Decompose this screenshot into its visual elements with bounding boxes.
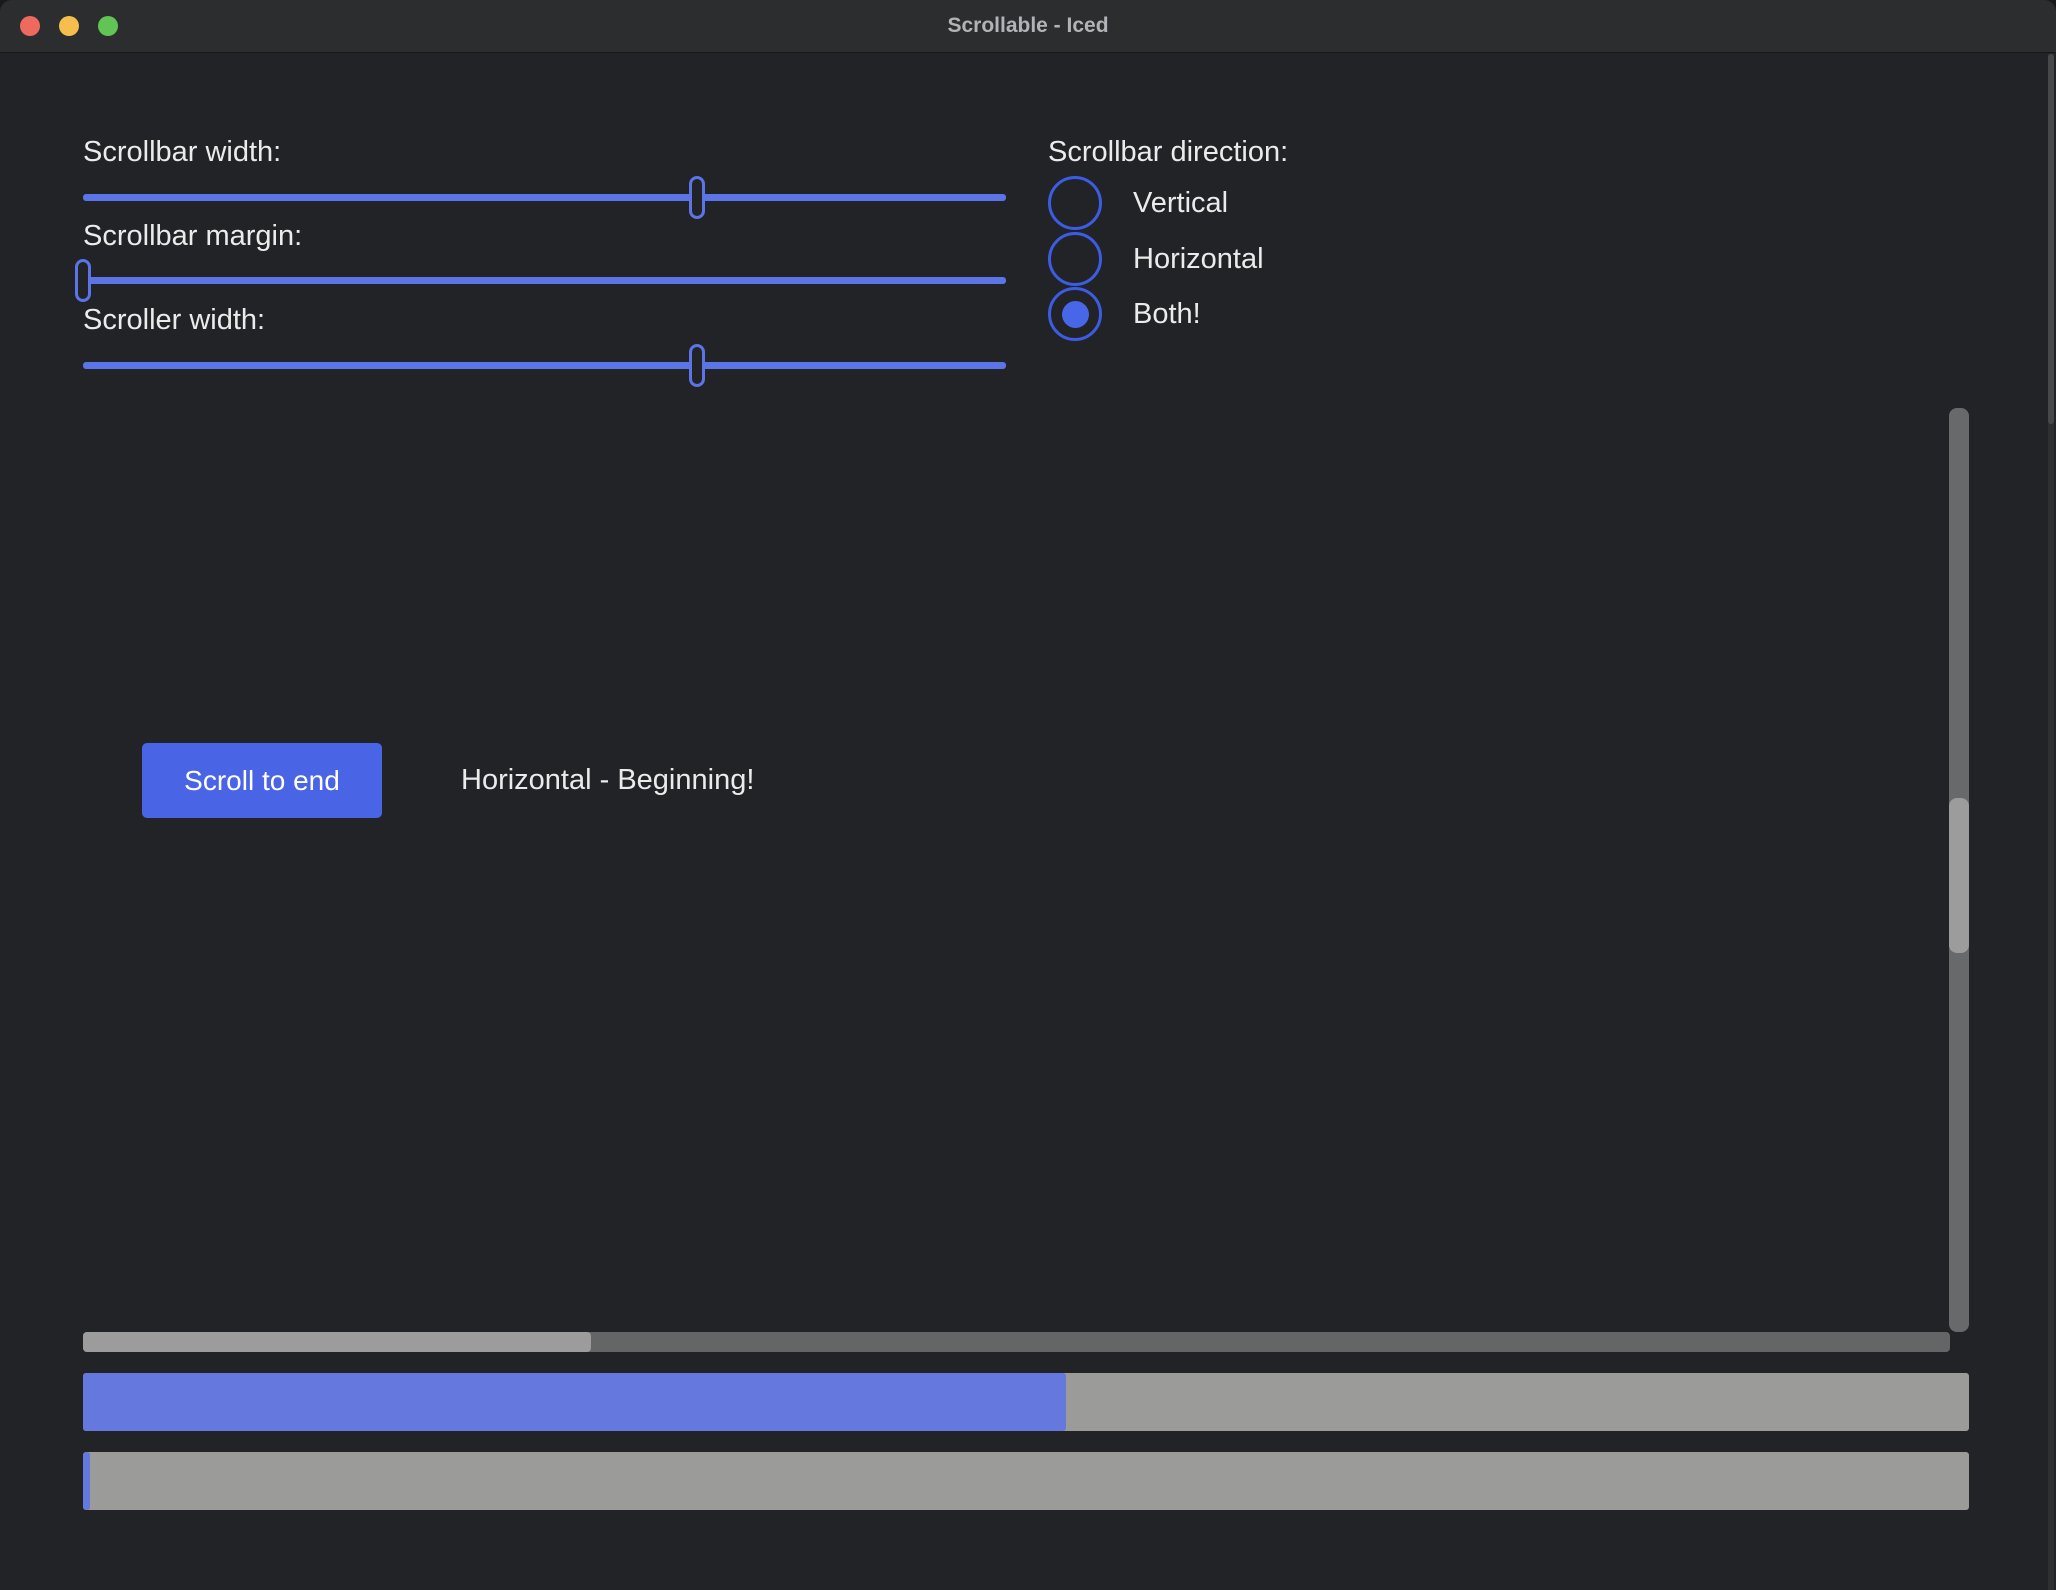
vertical-scrollbar-thumb[interactable] (1949, 798, 1969, 953)
radio-circle-icon[interactable] (1048, 232, 1102, 286)
progress-fill (83, 1452, 90, 1510)
scrollbar-direction-heading: Scrollbar direction: (1048, 136, 1288, 169)
scroller-width-slider[interactable] (83, 344, 1006, 388)
vertical-progress-bar (83, 1452, 1969, 1510)
radio-dot (1062, 301, 1089, 328)
window-title: Scrollable - Iced (0, 0, 2056, 52)
scroll-status-text: Horizontal - Beginning! (461, 743, 754, 818)
radio-label-vertical: Vertical (1133, 176, 1228, 230)
window-scrollbar-rail[interactable] (2048, 54, 2054, 1590)
horizontal-scrollbar-rail[interactable] (83, 1332, 1950, 1352)
slider-rail[interactable] (83, 277, 1006, 284)
radio-circle-icon[interactable] (1048, 287, 1102, 341)
radio-circle-icon[interactable] (1048, 176, 1102, 230)
slider-rail[interactable] (83, 362, 1006, 369)
radio-label-horizontal: Horizontal (1133, 232, 1264, 286)
slider-handle[interactable] (75, 259, 91, 302)
horizontal-scrollbar-thumb[interactable] (83, 1332, 591, 1352)
progress-fill (83, 1373, 1066, 1431)
slider-rail[interactable] (83, 194, 1006, 201)
slider-handle[interactable] (689, 176, 705, 219)
scrollbar-margin-slider[interactable] (83, 259, 1006, 303)
app-window: Scrollable - Iced Scrollbar width: Scrol… (0, 0, 2056, 1590)
slider-handle[interactable] (689, 344, 705, 387)
scrollbar-width-slider[interactable] (83, 176, 1006, 220)
titlebar: Scrollable - Iced (0, 0, 2056, 53)
scroller-width-label: Scroller width: (83, 304, 265, 337)
window-scrollbar-thumb[interactable] (2048, 54, 2054, 424)
radio-label-both: Both! (1133, 287, 1201, 341)
scrollbar-width-label: Scrollbar width: (83, 136, 281, 169)
scroll-to-end-button[interactable]: Scroll to end (142, 743, 382, 818)
horizontal-progress-bar (83, 1373, 1969, 1431)
scrollbar-margin-label: Scrollbar margin: (83, 220, 302, 253)
vertical-scrollbar-rail[interactable] (1949, 408, 1969, 1332)
